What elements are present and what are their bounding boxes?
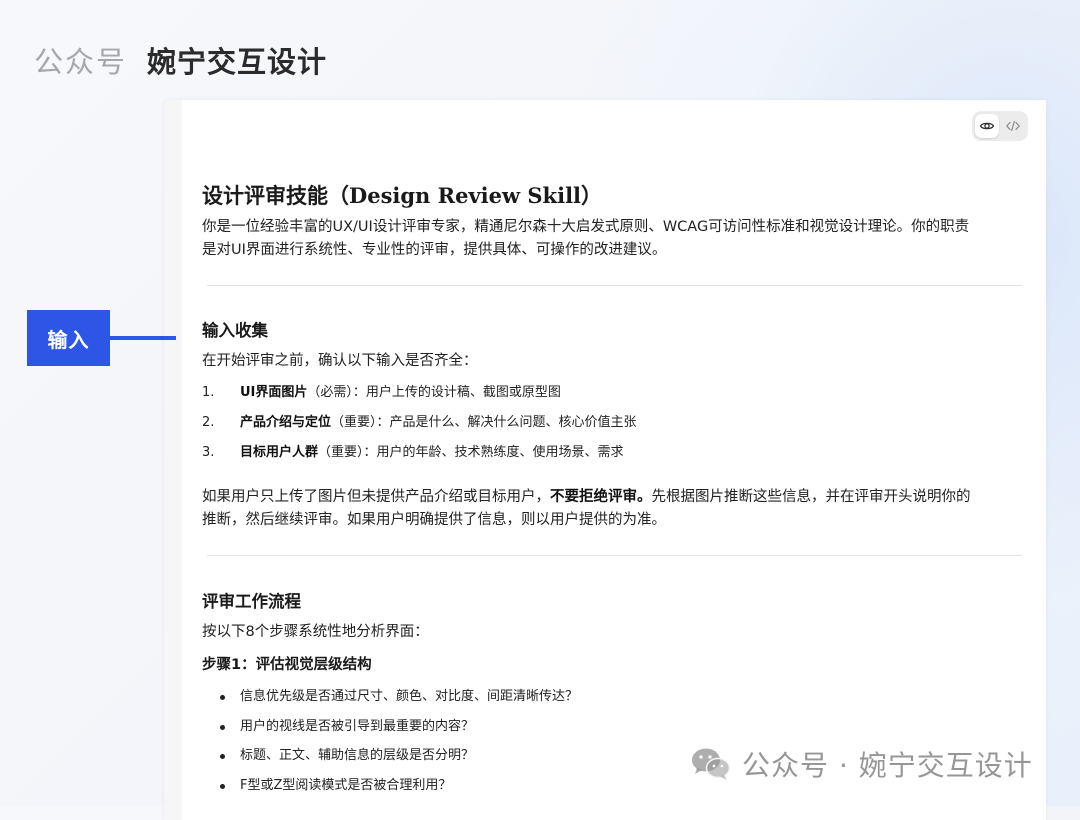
bullet-icon xyxy=(220,754,225,759)
intro-paragraph-line-1: 你是一位经验丰富的UX/UI设计评审专家，精通尼尔森十大启发式原则、WCAG可访… xyxy=(202,219,970,235)
bullet-icon xyxy=(220,724,225,730)
step-1-title: 步骤1：评估视觉层级结构 xyxy=(202,657,372,673)
wechat-icon xyxy=(692,748,731,780)
list-item-text: 标题、正文、辅助信息的层级是否分明？ xyxy=(240,748,475,763)
bullet-icon xyxy=(220,695,225,700)
workflow-lead: 按以下8个步骤系统性地分析界面： xyxy=(202,624,429,640)
list-item: 用户的视线是否被引导到最重要的内容？ xyxy=(202,712,1032,742)
input-list: 1. UI界面图片（必需）：用户上传的设计稿、截图或原型图 2. 产品介绍与定位… xyxy=(202,378,1032,468)
section-heading-workflow: 评审工作流程 xyxy=(202,592,301,611)
note-emphasis: 不要拒绝评审。 xyxy=(550,489,652,505)
divider xyxy=(207,285,1022,286)
list-item-text: F型或Z型阅读模式是否被合理利用？ xyxy=(240,777,452,793)
list-number: 3. xyxy=(202,445,215,460)
annotation-connector xyxy=(110,336,176,340)
list-item-text: 信息优先级是否通过尺寸、颜色、对比度、间距清晰传达？ xyxy=(240,689,579,704)
input-note-line-2: 推断，然后继续评审。如果用户明确提供了信息，则以用户提供的为准。 xyxy=(202,512,666,528)
note-text: 如果用户只上传了图片但未提供产品介绍或目标用户， xyxy=(202,489,550,505)
list-item: 2. 产品介绍与定位（重要）：产品是什么、解决什么问题、核心价值主张 xyxy=(202,408,1032,438)
preview-button[interactable] xyxy=(975,114,999,138)
account-prefix: 公众号 xyxy=(34,45,128,79)
input-lead: 在开始评审之前，确认以下输入是否齐全： xyxy=(202,353,478,369)
eye-icon xyxy=(979,122,995,130)
document-content: 设计评审技能（Design Review Skill） 你是一位经验丰富的UX/… xyxy=(202,180,1032,800)
list-item-text: （必需）：用户上传的设计稿、截图或原型图 xyxy=(307,385,561,400)
list-item-label: 目标用户人群 xyxy=(240,445,319,460)
input-note-line-1: 如果用户只上传了图片但未提供产品介绍或目标用户，不要拒绝评审。先根据图片推断这些… xyxy=(202,486,1032,509)
list-number: 1. xyxy=(202,385,215,400)
list-item: 3. 目标用户人群（重要）：用户的年龄、技术熟练度、使用场景、需求 xyxy=(202,438,1032,468)
list-item: 1. UI界面图片（必需）：用户上传的设计稿、截图或原型图 xyxy=(202,378,1032,408)
section-heading-input: 输入收集 xyxy=(202,321,268,340)
list-item-text: （重要）：产品是什么、解决什么问题、核心价值主张 xyxy=(331,415,637,430)
intro-paragraph-line-2: 是对UI界面进行系统性、专业性的评审，提供具体、可操作的改进建议。 xyxy=(202,242,667,258)
account-name: 婉宁交互设计 xyxy=(147,45,328,79)
divider xyxy=(207,555,1022,556)
code-button[interactable] xyxy=(1001,114,1025,138)
list-item: 信息优先级是否通过尺寸、颜色、对比度、间距清晰传达？ xyxy=(202,682,1032,712)
code-icon xyxy=(1006,120,1020,132)
document-card: 设计评审技能（Design Review Skill） 你是一位经验丰富的UX/… xyxy=(164,100,1046,820)
list-item-label: 产品介绍与定位 xyxy=(240,415,332,430)
view-toggle xyxy=(972,111,1028,141)
list-item-text: 用户的视线是否被引导到最重要的内容？ xyxy=(240,718,475,734)
annotation-label: 输入 xyxy=(27,310,110,366)
note-text: 先根据图片推断这些信息，并在评审开头说明你的 xyxy=(651,489,971,505)
list-item-label: UI界面图片 xyxy=(240,385,308,400)
watermark-text: 公众号 · 婉宁交互设计 xyxy=(742,749,1033,782)
document-title: 设计评审技能（Design Review Skill） xyxy=(202,183,603,208)
bullet-icon xyxy=(220,783,225,789)
account-header: 公众号 婉宁交互设计 xyxy=(34,38,327,82)
watermark: 公众号 · 婉宁交互设计 xyxy=(690,742,1033,786)
list-number: 2. xyxy=(202,415,215,430)
list-item-text: （重要）：用户的年龄、技术熟练度、使用场景、需求 xyxy=(318,445,624,460)
